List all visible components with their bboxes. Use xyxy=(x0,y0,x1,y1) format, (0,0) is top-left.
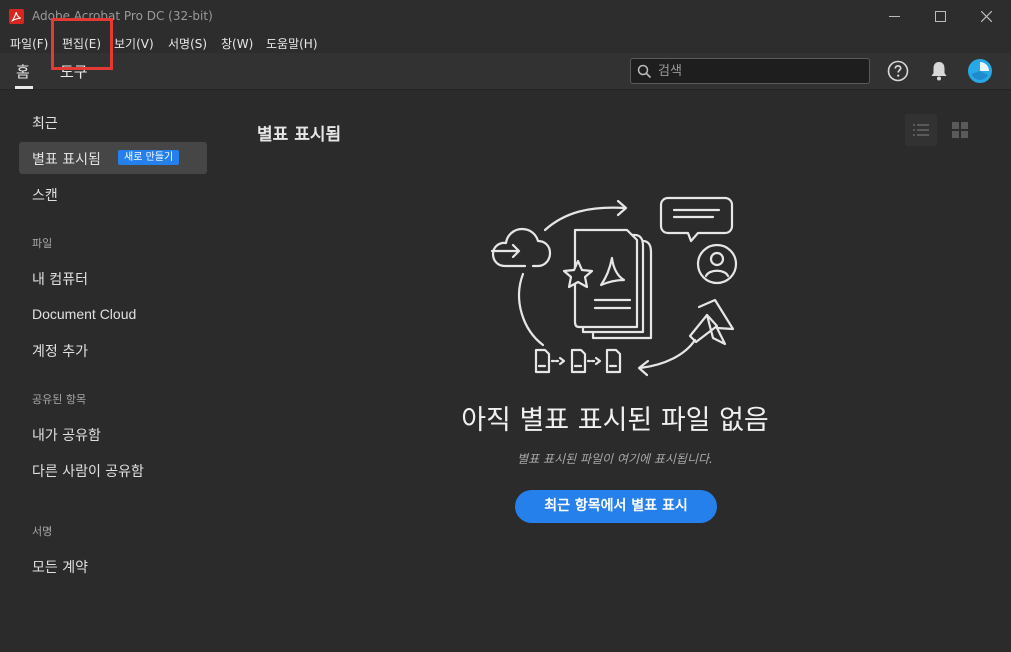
sidebar-section-sign: 서명 xyxy=(32,525,53,538)
list-view-icon xyxy=(913,124,929,136)
close-button[interactable] xyxy=(963,0,1009,32)
annotation-highlight-box xyxy=(51,18,113,70)
sidebar-item-shared-by-others[interactable]: 다른 사람이 공유함 xyxy=(32,461,144,481)
star-from-recent-button[interactable]: 최근 항목에서 별표 표시 xyxy=(515,490,717,523)
close-icon xyxy=(980,10,992,22)
maximize-icon xyxy=(934,10,946,22)
grid-view-icon xyxy=(952,122,968,138)
sidebar-item-recent[interactable]: 최근 xyxy=(32,113,58,133)
search-box[interactable] xyxy=(630,58,870,84)
empty-state-title: 아직 별표 표시된 파일 없음 xyxy=(461,405,769,436)
search-icon xyxy=(637,64,652,79)
menu-bar: 파일(F) 편집(E) 보기(V) 서명(S) 창(W) 도움말(H) xyxy=(0,32,1011,53)
active-tab-indicator xyxy=(15,86,33,89)
cursor-arrow-icon xyxy=(697,298,735,346)
sidebar-item-shared-by-me[interactable]: 내가 공유함 xyxy=(32,425,101,445)
mini-doc-3 xyxy=(605,348,622,374)
sidebar-section-shared: 공유된 항목 xyxy=(32,393,87,406)
tab-bar: 홈 도구 xyxy=(0,53,1011,90)
menu-window[interactable]: 창(W) xyxy=(221,35,253,52)
sidebar-item-starred[interactable]: 별표 표시됨 xyxy=(32,149,101,169)
help-icon xyxy=(887,60,909,82)
user-avatar-icon xyxy=(968,59,992,83)
cloud-icon xyxy=(491,227,552,268)
acrobat-logo-icon xyxy=(9,9,24,24)
arc-arrow-top xyxy=(543,206,627,232)
mini-doc-1 xyxy=(534,348,551,374)
maximize-button[interactable] xyxy=(917,0,963,32)
title-bar: Adobe Acrobat Pro DC (32-bit) xyxy=(0,0,1011,32)
sidebar-item-all-agreements[interactable]: 모든 계약 xyxy=(32,557,88,577)
arc-left xyxy=(518,272,545,347)
search-input[interactable] xyxy=(658,61,858,81)
sidebar-item-scan[interactable]: 스캔 xyxy=(32,185,58,205)
empty-state-illustration xyxy=(490,196,738,377)
grid-view-button[interactable] xyxy=(944,114,976,146)
sidebar-item-document-cloud[interactable]: Document Cloud xyxy=(32,306,136,322)
new-badge: 새로 만들기 xyxy=(118,150,180,165)
bell-icon xyxy=(931,62,947,81)
minimize-button[interactable] xyxy=(871,0,917,32)
avatar[interactable] xyxy=(968,59,992,83)
list-view-button[interactable] xyxy=(905,114,937,146)
sidebar-item-add-account[interactable]: 계정 추가 xyxy=(32,341,88,361)
menu-view[interactable]: 보기(V) xyxy=(114,35,154,52)
page-title: 별표 표시됨 xyxy=(257,125,342,145)
menu-file[interactable]: 파일(F) xyxy=(10,35,48,52)
mini-doc-2 xyxy=(570,348,587,374)
sidebar: 최근 별표 표시됨 새로 만들기 스캔 파일 내 컴퓨터 Document Cl… xyxy=(0,90,220,650)
minimize-icon xyxy=(888,15,900,17)
sidebar-section-files: 파일 xyxy=(32,237,53,250)
tab-home[interactable]: 홈 xyxy=(16,61,30,82)
comment-icon xyxy=(659,196,734,243)
main-content: 별표 표시됨 아직 별표 표시된 파일 없음 별표 표시된 파일이 여기에 표시… xyxy=(220,90,1010,650)
menu-sign[interactable]: 서명(S) xyxy=(168,35,207,52)
notifications-button[interactable] xyxy=(927,59,951,83)
menu-help[interactable]: 도움말(H) xyxy=(266,35,318,52)
help-button[interactable] xyxy=(886,59,910,83)
arc-arrow-bottom xyxy=(638,338,697,370)
empty-state-subtitle: 별표 표시된 파일이 여기에 표시됩니다. xyxy=(517,452,713,466)
sidebar-item-my-computer[interactable]: 내 컴퓨터 xyxy=(32,269,88,289)
